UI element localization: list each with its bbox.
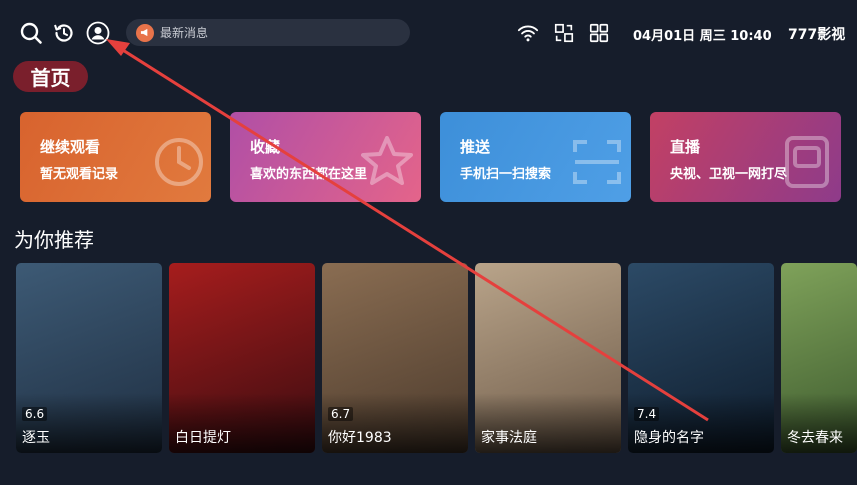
poster-card[interactable]: 7.4 隐身的名字	[628, 263, 774, 453]
brand-name: 777影视	[788, 27, 846, 43]
live-tv-card[interactable]: 直播 央视、卫视一网打尽	[650, 112, 841, 202]
wifi-icon	[517, 22, 539, 44]
search-icon[interactable]	[18, 20, 44, 46]
poster-card[interactable]: 6.6 逐玉	[16, 263, 162, 453]
poster-title: 家事法庭	[481, 430, 537, 446]
tab-home[interactable]: 首页	[13, 61, 88, 92]
user-profile-icon[interactable]	[85, 20, 111, 46]
star-icon	[359, 134, 415, 190]
poster-title: 逐玉	[22, 430, 50, 446]
news-label: 最新消息	[160, 26, 209, 40]
poster-card[interactable]: 家事法庭	[475, 263, 621, 453]
poster-title: 你好1983	[328, 430, 392, 446]
push-card[interactable]: 推送 手机扫一扫搜索	[440, 112, 631, 202]
poster-rating: 6.6	[22, 407, 48, 421]
history-clock-icon	[149, 134, 205, 190]
poster-title: 冬去春来	[787, 430, 843, 446]
poster-rating: 7.4	[634, 407, 660, 421]
tv-icon	[779, 134, 835, 190]
section-title: 为你推荐	[14, 228, 94, 252]
news-ticker[interactable]: 最新消息	[126, 19, 410, 46]
poster-title: 隐身的名字	[634, 430, 704, 446]
top-bar: 最新消息 04月01日 周三 10:40 777影视	[0, 0, 857, 64]
poster-rating: 6.7	[328, 407, 354, 421]
history-icon[interactable]	[51, 20, 77, 46]
poster-title: 白日提灯	[175, 430, 231, 446]
date-time: 04月01日 周三 10:40	[633, 29, 772, 44]
megaphone-icon	[136, 23, 154, 42]
poster-card[interactable]: 白日提灯	[169, 263, 315, 453]
poster-card[interactable]: 6.7 你好1983	[322, 263, 468, 453]
favorites-card[interactable]: 收藏 喜欢的东西都在这里	[230, 112, 421, 202]
poster-card[interactable]: 冬去春来	[781, 263, 857, 453]
scan-icon	[569, 134, 625, 190]
continue-watching-card[interactable]: 继续观看 暂无观看记录	[20, 112, 211, 202]
screen-cast-icon[interactable]	[553, 22, 575, 44]
apps-grid-icon[interactable]	[588, 22, 610, 44]
